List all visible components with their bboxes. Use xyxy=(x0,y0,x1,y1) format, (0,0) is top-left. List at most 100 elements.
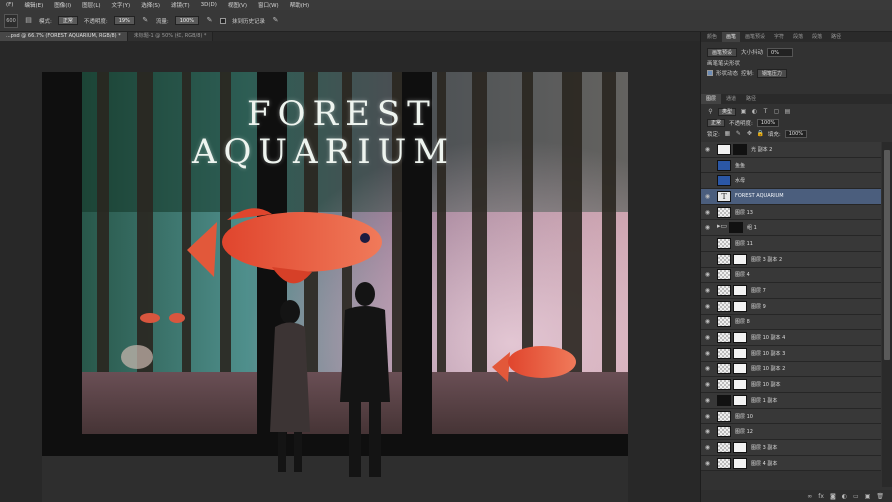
menu-item-4[interactable]: 文字(Y) xyxy=(112,1,131,9)
layer-thumbnail[interactable] xyxy=(717,300,731,312)
panel-tab-5[interactable]: 段落 xyxy=(808,32,826,42)
visibility-eye-icon[interactable]: ◉ xyxy=(701,428,714,435)
menu-item-9[interactable]: 窗口(W) xyxy=(258,1,279,9)
panel-tab-4[interactable]: 段落 xyxy=(789,32,807,42)
layer-row[interactable]: ◉ 图层 10 副本 4 xyxy=(701,330,881,346)
menu-item-1[interactable]: 编辑(E) xyxy=(24,1,43,9)
visibility-eye-icon[interactable]: ◉ xyxy=(701,460,714,467)
layer-kind-filter[interactable]: 类型 xyxy=(718,107,737,116)
doc-tab-untitled[interactable]: 未标题-1 @ 50% (红, RGB/8) * xyxy=(127,32,214,41)
brush-tip-label[interactable]: 画笔笔尖形状 xyxy=(707,59,740,67)
layer-thumbnail[interactable] xyxy=(717,441,731,453)
history-checkbox[interactable] xyxy=(220,17,227,24)
layer-thumbnail[interactable] xyxy=(717,394,731,406)
layer-name[interactable]: 组 1 xyxy=(747,224,757,231)
visibility-eye-icon[interactable]: ◉ xyxy=(701,224,714,231)
layer-thumbnail[interactable]: T xyxy=(717,190,731,202)
layer-mask-thumbnail[interactable] xyxy=(733,379,747,391)
layer-name[interactable]: FOREST AQUARIUM xyxy=(735,193,784,199)
layer-row[interactable]: ◉ 水母 xyxy=(701,173,881,190)
layer-thumbnail[interactable] xyxy=(717,347,731,359)
brush-preset-picker[interactable]: 600 xyxy=(4,13,18,28)
folder-icon[interactable]: ▭ xyxy=(853,493,859,500)
layer-row[interactable]: ◉ 图层 4 副本 xyxy=(701,455,881,472)
opacity-input[interactable]: 19% xyxy=(113,16,135,25)
lock-pixels-icon[interactable]: ✎ xyxy=(735,130,742,137)
menu-item-7[interactable]: 3D(D) xyxy=(201,2,217,8)
filter-adjust-icon[interactable]: ◐ xyxy=(751,108,758,115)
shape-dynamics-checkbox[interactable] xyxy=(707,70,713,76)
layer-row[interactable]: ◉ 光 副本 2 xyxy=(701,142,881,158)
layer-thumbnail[interactable] xyxy=(717,175,731,187)
visibility-eye-icon[interactable]: ◉ xyxy=(701,413,714,420)
menu-item-0[interactable]: (F) xyxy=(6,2,13,8)
layer-row[interactable]: ◉ T FOREST AQUARIUM xyxy=(701,189,881,205)
layer-name[interactable]: 图层 10 副本 xyxy=(751,381,781,388)
layer-name[interactable]: 光 副本 2 xyxy=(751,146,772,153)
visibility-eye-icon[interactable]: ◉ xyxy=(701,209,714,216)
fill-input[interactable]: 100% xyxy=(784,129,808,138)
visibility-eye-icon[interactable]: ◉ xyxy=(701,271,714,278)
layer-mask-thumbnail[interactable] xyxy=(733,300,747,312)
menu-item-5[interactable]: 选择(S) xyxy=(141,1,160,9)
layer-thumbnail[interactable] xyxy=(717,253,731,265)
layer-name[interactable]: 图层 10 副本 3 xyxy=(751,350,785,357)
layer-mask-thumbnail[interactable] xyxy=(733,332,747,344)
layer-thumbnail[interactable] xyxy=(717,363,731,375)
layer-name[interactable]: 图层 4 副本 xyxy=(751,460,777,467)
layer-name[interactable]: 鱼鱼 xyxy=(735,162,745,169)
layer-row[interactable]: ◉ 图层 10 副本 xyxy=(701,377,881,393)
layer-row[interactable]: ◉ 图层 10 副本 3 xyxy=(701,345,881,362)
filter-smart-icon[interactable]: ▤ xyxy=(784,108,791,115)
layer-opacity-input[interactable]: 100% xyxy=(756,118,780,127)
visibility-eye-icon[interactable]: ◉ xyxy=(701,240,714,247)
layer-mask-thumbnail[interactable] xyxy=(729,222,743,234)
layer-name[interactable]: 图层 10 xyxy=(735,413,753,420)
tab-layers[interactable]: 图层 xyxy=(701,94,722,104)
layer-thumbnail[interactable] xyxy=(717,379,731,391)
layer-mask-thumbnail[interactable] xyxy=(733,441,747,453)
pressure-size-icon[interactable]: ✎ xyxy=(271,16,280,25)
layer-thumbnail[interactable] xyxy=(717,285,731,297)
layer-mask-thumbnail[interactable] xyxy=(733,347,747,359)
flow-input[interactable]: 100% xyxy=(174,16,200,25)
layer-row[interactable]: ◉ 图层 9 xyxy=(701,298,881,315)
layer-row[interactable]: ◉ ▸▭ 组 1 xyxy=(701,220,881,237)
layer-mask-thumbnail[interactable] xyxy=(733,253,747,265)
lock-position-icon[interactable]: ✥ xyxy=(746,130,753,137)
panel-tab-0[interactable]: 颜色 xyxy=(703,32,721,42)
visibility-eye-icon[interactable]: ◉ xyxy=(701,177,714,184)
layer-row[interactable]: ◉ 图层 8 xyxy=(701,314,881,331)
layer-mask-thumbnail[interactable] xyxy=(733,457,747,469)
layer-thumbnail[interactable] xyxy=(717,316,731,328)
panel-tab-2[interactable]: 画笔预设 xyxy=(741,32,769,42)
document-canvas[interactable]: FOREST AQUARIUM xyxy=(42,72,628,502)
layer-name[interactable]: 图层 4 xyxy=(735,271,750,278)
layer-name[interactable]: 图层 3 副本 2 xyxy=(751,256,782,263)
layer-name[interactable]: 图层 8 xyxy=(735,318,750,325)
menu-item-3[interactable]: 图层(L) xyxy=(82,1,100,9)
layer-mask-thumbnail[interactable] xyxy=(733,285,747,297)
layer-row[interactable]: ◉ 图层 10 xyxy=(701,408,881,425)
lock-all-icon[interactable]: 🔒 xyxy=(757,130,764,137)
pressure-opacity-icon[interactable]: ✎ xyxy=(141,16,150,25)
size-jitter-input[interactable]: 0% xyxy=(767,47,794,57)
adjustment-icon[interactable]: ◐ xyxy=(842,493,847,500)
layers-scroll-thumb[interactable] xyxy=(884,150,890,360)
layer-name[interactable]: 图层 10 副本 4 xyxy=(751,334,785,341)
visibility-eye-icon[interactable]: ◉ xyxy=(701,256,714,263)
layer-thumbnail[interactable] xyxy=(717,206,731,218)
layer-name[interactable]: 图层 7 xyxy=(751,287,766,294)
visibility-eye-icon[interactable]: ◉ xyxy=(701,444,714,451)
brush-panel-toggle-icon[interactable]: ▤ xyxy=(24,16,33,25)
doc-tab-main[interactable]: ...psd @ 66.7% (FOREST AQUARIUM, RGB/8) … xyxy=(0,32,128,41)
layer-name[interactable]: 图层 9 xyxy=(751,303,766,310)
menu-item-10[interactable]: 帮助(H) xyxy=(290,1,309,9)
layer-name[interactable]: 图层 1 副本 xyxy=(751,397,777,404)
layer-name[interactable]: 图层 3 副本 xyxy=(751,444,777,451)
menu-item-6[interactable]: 滤镜(T) xyxy=(171,1,190,9)
layer-name[interactable]: 水母 xyxy=(735,177,745,184)
link-icon[interactable]: ∞ xyxy=(807,493,812,500)
layer-row[interactable]: ◉ 图层 10 副本 2 xyxy=(701,361,881,378)
folder-icon[interactable]: ▸▭ xyxy=(717,222,727,233)
